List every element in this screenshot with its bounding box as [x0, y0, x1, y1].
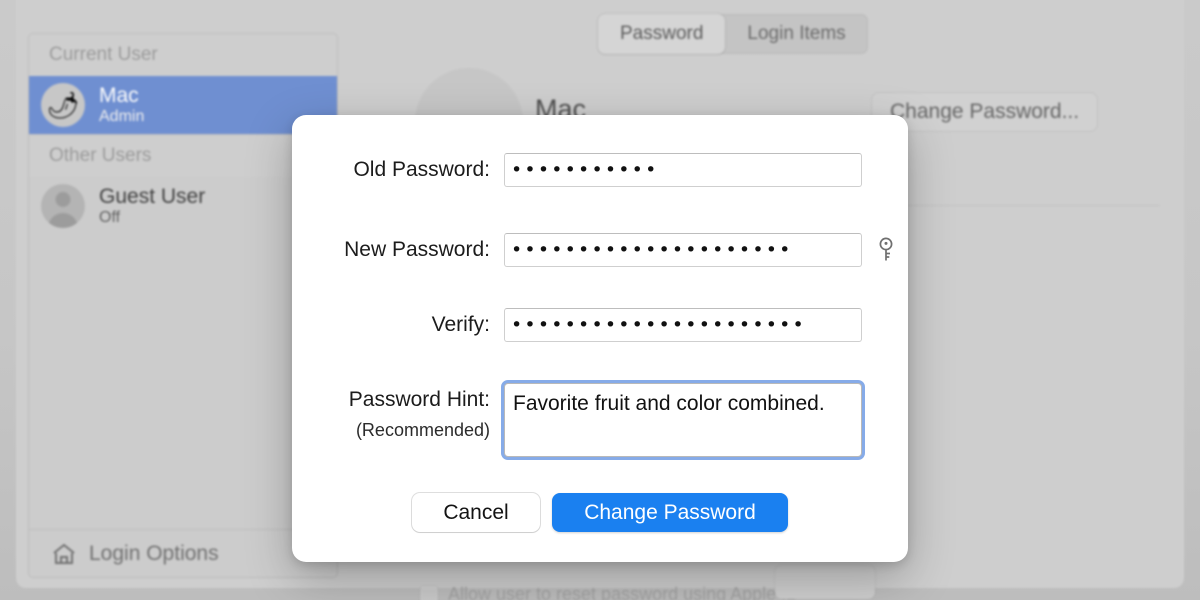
sidebar-item-mac-text: Mac Admin — [99, 84, 144, 127]
background-bottom-button[interactable] — [775, 565, 875, 599]
confirm-change-password-button-label: Change Password — [584, 500, 756, 524]
password-assistant-key-icon[interactable] — [874, 233, 900, 267]
sidebar-item-guest-role: Off — [99, 208, 121, 226]
cancel-button[interactable]: Cancel — [412, 493, 540, 532]
password-hint-label: Password Hint: (Recommended) — [292, 383, 504, 443]
allow-reset-checkbox-label: Allow user to reset password using Apple… — [448, 584, 800, 600]
sidebar-item-mac-name: Mac — [99, 83, 139, 107]
sidebar-item-guest-name: Guest User — [99, 184, 206, 208]
chili-pepper-avatar: 🌶 — [41, 83, 85, 127]
new-password-input[interactable]: ••••••••••••••••••••• — [504, 233, 862, 267]
change-password-button-label: Change Password... — [890, 100, 1080, 123]
old-password-value: ••••••••••• — [511, 158, 659, 181]
verify-password-value: •••••••••••••••••••••• — [511, 313, 806, 336]
dialog-button-row: Cancel Change Password — [292, 493, 908, 532]
old-password-row: Old Password: ••••••••••• — [292, 153, 862, 187]
tab-login-items-label: Login Items — [747, 23, 846, 44]
allow-reset-checkbox-row[interactable]: Allow user to reset password using Apple… — [420, 584, 799, 600]
verify-password-label: Verify: — [431, 313, 490, 336]
sidebar-footer-login-options[interactable]: Login Options — [29, 529, 337, 577]
screen-root: Password Login Items Current User 🌶 Mac … — [0, 0, 1200, 600]
sidebar-header-current-user: Current User — [29, 34, 337, 76]
confirm-change-password-button[interactable]: Change Password — [552, 493, 788, 532]
home-icon — [51, 542, 77, 566]
sidebar-header-other-users: Other Users — [29, 135, 337, 177]
avatar-body-shape — [48, 213, 78, 228]
tab-login-items[interactable]: Login Items — [725, 14, 867, 54]
allow-reset-checkbox[interactable] — [420, 585, 438, 600]
password-hint-label-main: Password Hint: — [348, 388, 490, 411]
password-hint-input[interactable]: Favorite fruit and color combined. — [504, 383, 862, 457]
password-hint-row: Password Hint: (Recommended) Favorite fr… — [292, 383, 862, 457]
sidebar-footer-label: Login Options — [89, 541, 219, 565]
new-password-label: New Password: — [344, 238, 490, 261]
tab-password-label: Password — [620, 23, 704, 44]
sidebar-item-mac-role: Admin — [99, 107, 145, 125]
change-password-dialog: Old Password: ••••••••••• New Password: … — [292, 115, 908, 562]
sidebar-item-guest-text: Guest User Off — [99, 185, 205, 228]
verify-password-row: Verify: •••••••••••••••••••••• — [292, 308, 862, 342]
cancel-button-label: Cancel — [443, 500, 509, 524]
person-silhouette-avatar — [41, 184, 85, 228]
old-password-input[interactable]: ••••••••••• — [504, 153, 862, 187]
password-hint-sublabel: (Recommended) — [355, 420, 490, 440]
verify-password-input[interactable]: •••••••••••••••••••••• — [504, 308, 862, 342]
new-password-row: New Password: ••••••••••••••••••••• — [292, 233, 862, 267]
new-password-value: ••••••••••••••••••••• — [511, 238, 793, 261]
sidebar-header-current-user-label: Current User — [49, 44, 158, 65]
old-password-label: Old Password: — [353, 158, 490, 181]
sidebar-item-mac[interactable]: 🌶 Mac Admin — [29, 76, 337, 134]
sidebar-item-guest-user[interactable]: Guest User Off — [29, 177, 337, 235]
tab-bar: Password Login Items — [598, 14, 868, 54]
sidebar-header-other-users-label: Other Users — [49, 145, 152, 166]
tab-password[interactable]: Password — [598, 14, 726, 54]
avatar-head-shape — [55, 192, 71, 207]
